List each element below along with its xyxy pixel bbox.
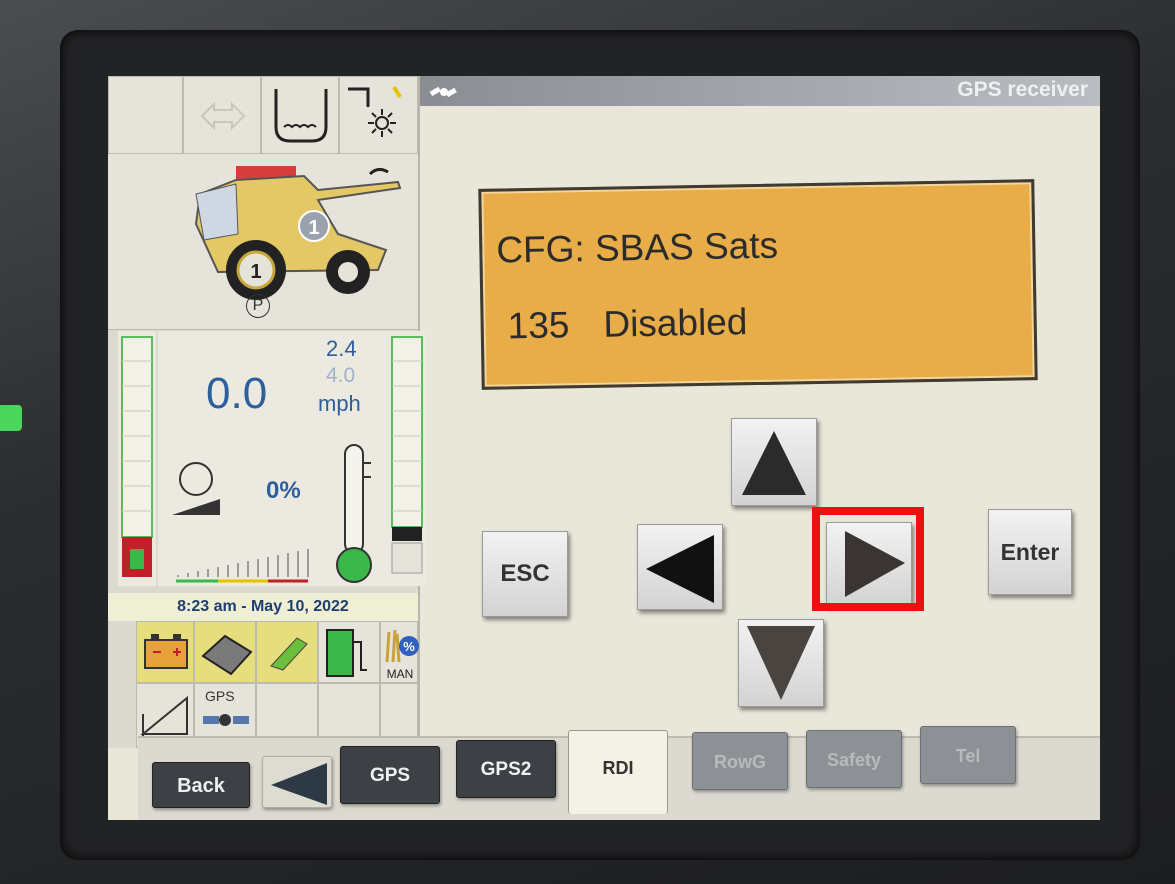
speed-display: 0.0 2.4 4.0 mph [158,331,388,441]
engine-load-value: 0% [266,477,301,504]
config-parameter: CFG: SBAS Sats [496,224,779,271]
arrow-left-icon [646,535,714,603]
engine-load-icon [172,462,309,583]
tab-rowg[interactable]: RowG [692,732,788,790]
header-control-icon[interactable] [183,76,261,154]
axle-badge: 1 [250,261,261,283]
receiver-config-display: CFG: SBAS Sats 135 Disabled [478,179,1038,390]
spreader-icon[interactable] [256,621,318,683]
percent-label: % [403,639,415,654]
arrow-up-icon [742,431,806,495]
combine-machine-graphic: 1 1 P [108,154,418,330]
empty-slot [108,76,183,154]
up-arrow-button[interactable] [731,418,817,506]
gear-speed-2: 4.0 [326,364,356,387]
triangle-left-icon [271,763,327,805]
satellite-icon [429,86,457,98]
machine-status-panel: 1 1 P 0.0 2.4 4.0 mph 0% 8:23 am - May 1… [108,76,426,748]
arrow-down-icon [747,626,815,700]
park-indicator: P [246,294,270,318]
man-label: MAN [387,667,414,681]
left-level-bar [118,331,156,586]
fuel-icon[interactable] [318,621,380,683]
right-level-bar [388,331,426,586]
down-arrow-button[interactable] [738,619,824,707]
tab-rdi[interactable]: RDI [568,730,668,814]
config-value: 135 Disabled [507,301,747,347]
tab-tel[interactable]: Tel [920,726,1016,784]
gear-speed-1: 2.4 [326,336,357,361]
config-value-text: Disabled [603,301,748,345]
back-button[interactable]: Back [152,762,250,808]
left-arrow-button[interactable] [637,524,723,610]
ground-speed: 0.0 [206,369,268,418]
coolant-temp-display [323,441,388,586]
grain-tank-icon[interactable] [261,76,339,154]
tab-safety[interactable]: Safety [806,730,902,788]
combine-badge: 1 [308,217,319,239]
esc-button[interactable]: ESC [482,531,568,617]
config-value-number: 135 [507,304,570,347]
engine-load-display: 0% [158,441,323,586]
page-title: GPS receiver [957,78,1088,101]
selection-highlight [812,507,924,611]
battery-icon[interactable] [136,621,194,683]
tab-gps[interactable]: GPS [340,746,440,804]
status-led [0,405,22,431]
tab-gps2[interactable]: GPS2 [456,740,556,798]
enter-button[interactable]: Enter [988,509,1072,595]
unloading-light-icon[interactable] [339,76,418,154]
device-bezel: GPS receiver 1 1 P 0.0 2.4 4.0 mph 0% 8:… [0,0,1175,884]
gps-mini-label: GPS [205,688,235,704]
yield-man-icon[interactable]: % MAN [380,621,419,683]
date-time-display: 8:23 am - May 10, 2022 [108,593,418,621]
display-screen: GPS receiver 1 1 P 0.0 2.4 4.0 mph 0% 8:… [108,76,1100,820]
tab-scroll-left-button[interactable] [262,756,332,808]
concave-icon[interactable] [194,621,256,683]
bottom-tab-bar: Back GPS GPS2 RDI RowG Safety Tel [138,726,1100,820]
header-bar: GPS receiver [418,76,1100,106]
thermometer-icon [336,444,372,583]
speed-unit: mph [318,391,361,416]
